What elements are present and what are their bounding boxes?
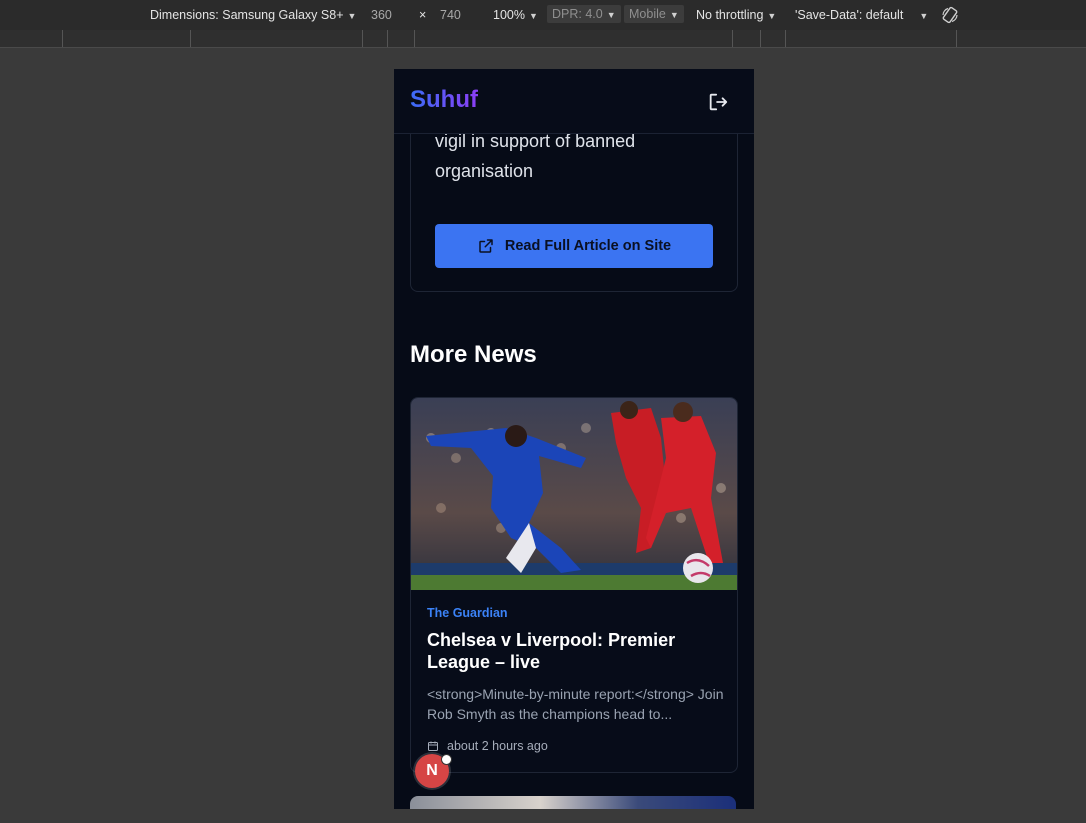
throttling-dropdown[interactable]: No throttling ▼ <box>696 8 776 22</box>
article-title: vigil in support of banned organisation <box>435 131 636 181</box>
next-news-card-image[interactable] <box>410 796 736 809</box>
chevron-down-icon: ▼ <box>347 11 357 21</box>
brand-logo[interactable]: Suhuf <box>410 86 478 114</box>
news-source[interactable]: The Guardian <box>427 606 508 620</box>
chevron-down-icon: ▼ <box>919 11 929 21</box>
logout-icon[interactable] <box>707 91 729 113</box>
calendar-icon <box>428 741 438 751</box>
news-meta: about 2 hours ago <box>427 739 548 753</box>
dpr-label: DPR: 4.0 <box>552 7 603 21</box>
chevron-down-icon: ▼ <box>767 11 777 21</box>
chevron-down-icon: ▼ <box>606 10 616 20</box>
chevron-down-icon: ▼ <box>528 11 538 21</box>
dimensions-dropdown[interactable]: Dimensions: Samsung Galaxy S8+ ▼ <box>150 8 356 22</box>
app-header: Suhuf <box>394 69 754 134</box>
news-card[interactable]: The Guardian Chelsea v Liverpool: Premie… <box>410 397 738 773</box>
mode-dropdown[interactable]: Mobile ▼ <box>624 5 684 23</box>
zoom-label: 100% <box>493 8 525 22</box>
save-data-dropdown[interactable]: 'Save-Data': default ▼ <box>795 8 928 22</box>
mode-label: Mobile <box>629 7 666 21</box>
news-image[interactable] <box>411 398 737 590</box>
read-full-article-button[interactable]: Read Full Article on Site <box>435 224 713 268</box>
news-snippet: <strong>Minute-by-minute report:</strong… <box>427 686 724 722</box>
external-link-icon <box>479 239 493 253</box>
times-icon: × <box>419 8 427 22</box>
media-query-ruler <box>0 30 1086 48</box>
dimensions-label: Dimensions: Samsung Galaxy S8+ <box>150 8 344 22</box>
chevron-down-icon: ▼ <box>669 10 679 20</box>
news-time: about 2 hours ago <box>447 739 548 753</box>
devtools-device-toolbar: Dimensions: Samsung Galaxy S8+ ▼ 360 × 74… <box>0 0 1086 31</box>
status-dot <box>441 754 452 765</box>
width-input[interactable]: 360 <box>371 8 392 22</box>
height-input[interactable]: 740 <box>440 8 461 22</box>
dpr-dropdown[interactable]: DPR: 4.0 ▼ <box>547 5 621 23</box>
device-viewport: vigil in support of banned organisation … <box>394 69 754 809</box>
section-title: More News <box>410 341 537 368</box>
news-title[interactable]: Chelsea v Liverpool: Premier League – li… <box>427 629 727 673</box>
rotate-device-icon[interactable] <box>940 5 960 25</box>
save-data-label: 'Save-Data': default <box>795 8 904 22</box>
zoom-dropdown[interactable]: 100% ▼ <box>493 8 538 22</box>
read-button-label: Read Full Article on Site <box>504 238 672 254</box>
throttling-label: No throttling <box>696 8 764 22</box>
